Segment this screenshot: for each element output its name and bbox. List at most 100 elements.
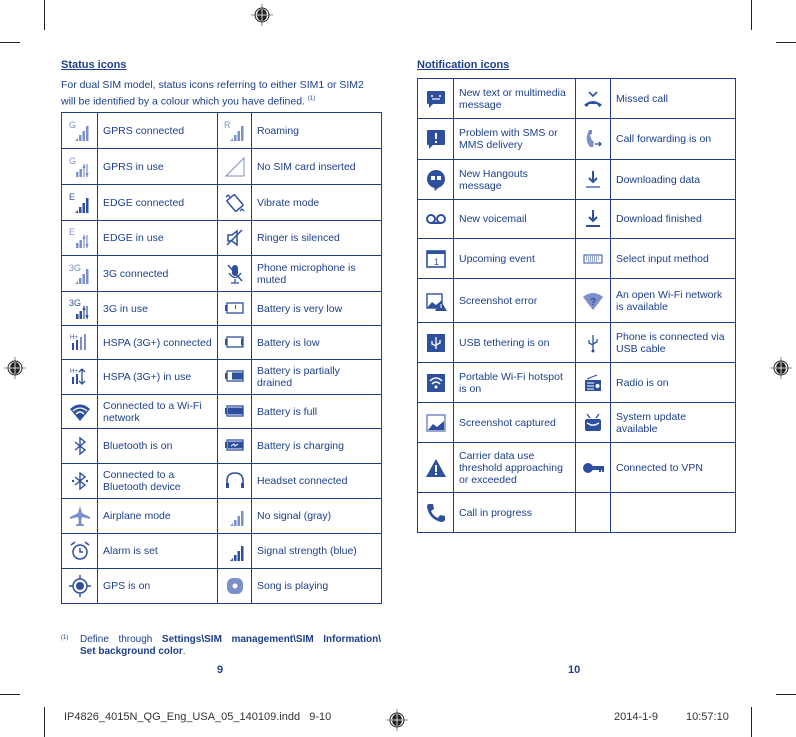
label-cell: Downloading data [610, 159, 736, 200]
3g-in-use-icon: 3G [69, 298, 89, 320]
table-row: E EDGE connected Vibrate mode [61, 184, 382, 221]
label-cell: Song is playing [251, 568, 382, 604]
gprs-in-use-icon: G [69, 156, 89, 178]
svg-text:G: G [69, 120, 76, 130]
crop-mark [0, 42, 20, 43]
footnote-ref: (1) [307, 96, 316, 102]
crop-mark [751, 707, 752, 737]
label-cell: Problem with SMS or MMS delivery [453, 118, 576, 160]
table-row: H+ HSPA (3G+) connected Battery is low [61, 325, 382, 360]
icon-cell: H+ [61, 325, 98, 360]
roaming-icon: R [224, 120, 243, 141]
table-row: H+ HSPA (3G+) in use Battery is partially … [61, 359, 382, 395]
no-sim-icon [224, 156, 244, 176]
crop-mark [751, 0, 752, 30]
registration-mark-icon [251, 4, 273, 26]
label-cell: Screenshot captured [453, 402, 576, 443]
bluetooth-connected-icon [71, 471, 88, 491]
edge-in-use-icon: E [69, 227, 89, 249]
table-row: Airplane mode No signal (gray) [61, 498, 382, 534]
icon-cell [417, 362, 454, 403]
icon-cell [575, 118, 611, 160]
gprs-connected-icon: G [69, 120, 88, 141]
table-row: E EDGE in use Ringer is silenced [61, 220, 382, 256]
usb-icon [588, 334, 598, 352]
crop-mark [44, 0, 45, 30]
label-cell: System update available [610, 402, 736, 443]
label-cell: Carrier data use threshold approaching o… [453, 442, 576, 493]
icon-cell [417, 278, 454, 323]
label-cell: Bluetooth is on [97, 428, 218, 464]
label-cell: Connected to a Bluetooth device [97, 463, 218, 499]
wifi-icon [69, 404, 90, 421]
label-cell: Missed call [610, 78, 736, 119]
label-cell: Battery is low [251, 325, 382, 360]
label-cell: New text or multimedia message [453, 78, 576, 119]
message-icon [426, 90, 445, 108]
label-cell: Signal strength (blue) [251, 533, 382, 569]
icon-cell [217, 148, 252, 185]
icon-cell [61, 533, 98, 569]
song-playing-icon [226, 578, 243, 594]
icon-cell: 3G [61, 255, 98, 292]
label-cell: Roaming [251, 112, 382, 149]
system-update-icon [585, 413, 601, 431]
notification-icons-table: New text or multimedia message Missed cal… [417, 78, 736, 533]
icon-cell [61, 498, 98, 534]
icon-cell [575, 238, 611, 279]
label-cell: Connected to a Wi-Fi network [97, 394, 218, 429]
slug-filename: IP4826_4015N_QG_Eng_USA_05_140109.indd 9… [64, 711, 332, 723]
signal-strength-icon [229, 546, 243, 561]
icon-cell [417, 322, 454, 363]
edge-connected-icon: E [69, 192, 88, 213]
svg-text:E: E [69, 192, 75, 202]
crop-mark [0, 694, 20, 695]
label-cell: Airplane mode [97, 498, 218, 534]
battery-very-low-icon [224, 301, 244, 314]
label-cell: GPRS in use [97, 148, 218, 185]
svg-text:3G: 3G [69, 263, 81, 273]
label-cell: EDGE connected [97, 184, 218, 221]
svg-text:E: E [69, 227, 75, 237]
registration-mark-icon [4, 357, 26, 379]
table-row: New text or multimedia message Missed cal… [417, 78, 736, 119]
battery-low-icon [224, 335, 244, 348]
registration-mark-icon [770, 357, 792, 379]
label-cell: No signal (gray) [251, 498, 382, 534]
label-cell: Battery is charging [251, 428, 382, 464]
status-icons-table: G GPRS connected R Roaming G GPRS in use No SI… [61, 112, 382, 604]
icon-cell: G [61, 112, 98, 149]
icon-cell [575, 322, 611, 363]
call-forwarding-icon [586, 130, 602, 147]
battery-full-icon [224, 404, 244, 417]
icon-cell [417, 199, 454, 239]
slug-time: 10:57:10 [686, 711, 729, 723]
no-signal-icon [229, 511, 243, 526]
table-row: Problem with SMS or MMS delivery Call for… [417, 118, 736, 160]
sms-problem-icon [426, 130, 445, 149]
table-row: Screenshot captured System update availab… [417, 402, 736, 443]
icon-cell [217, 184, 252, 221]
svg-text:3G: 3G [69, 298, 81, 308]
table-row: G GPRS in use No SIM card inserted [61, 148, 382, 185]
footnote-suffix: . [182, 646, 186, 657]
table-row: Alarm is set Signal strength (blue) [61, 533, 382, 569]
footnote-path2: Set background color [80, 646, 183, 657]
keyboard-icon [583, 254, 603, 263]
icon-cell [217, 394, 252, 429]
icon-cell: E [61, 184, 98, 221]
icon-cell [575, 442, 611, 493]
label-cell: Call in progress [453, 492, 576, 533]
icon-cell [575, 402, 611, 443]
icon-cell: ? [575, 278, 611, 323]
status-intro: For dual SIM model, status icons referri… [61, 78, 381, 109]
label-cell: HSPA (3G+) in use [97, 359, 218, 395]
label-cell: Headset connected [251, 463, 382, 499]
footnote-prefix: Define through [80, 634, 162, 645]
icon-cell [575, 492, 611, 533]
icon-cell [217, 463, 252, 499]
table-row: 3G 3G connected Phone microphone is muted [61, 255, 382, 292]
warning-icon [425, 458, 446, 477]
icon-cell [417, 402, 454, 443]
battery-charging-icon [224, 439, 244, 451]
